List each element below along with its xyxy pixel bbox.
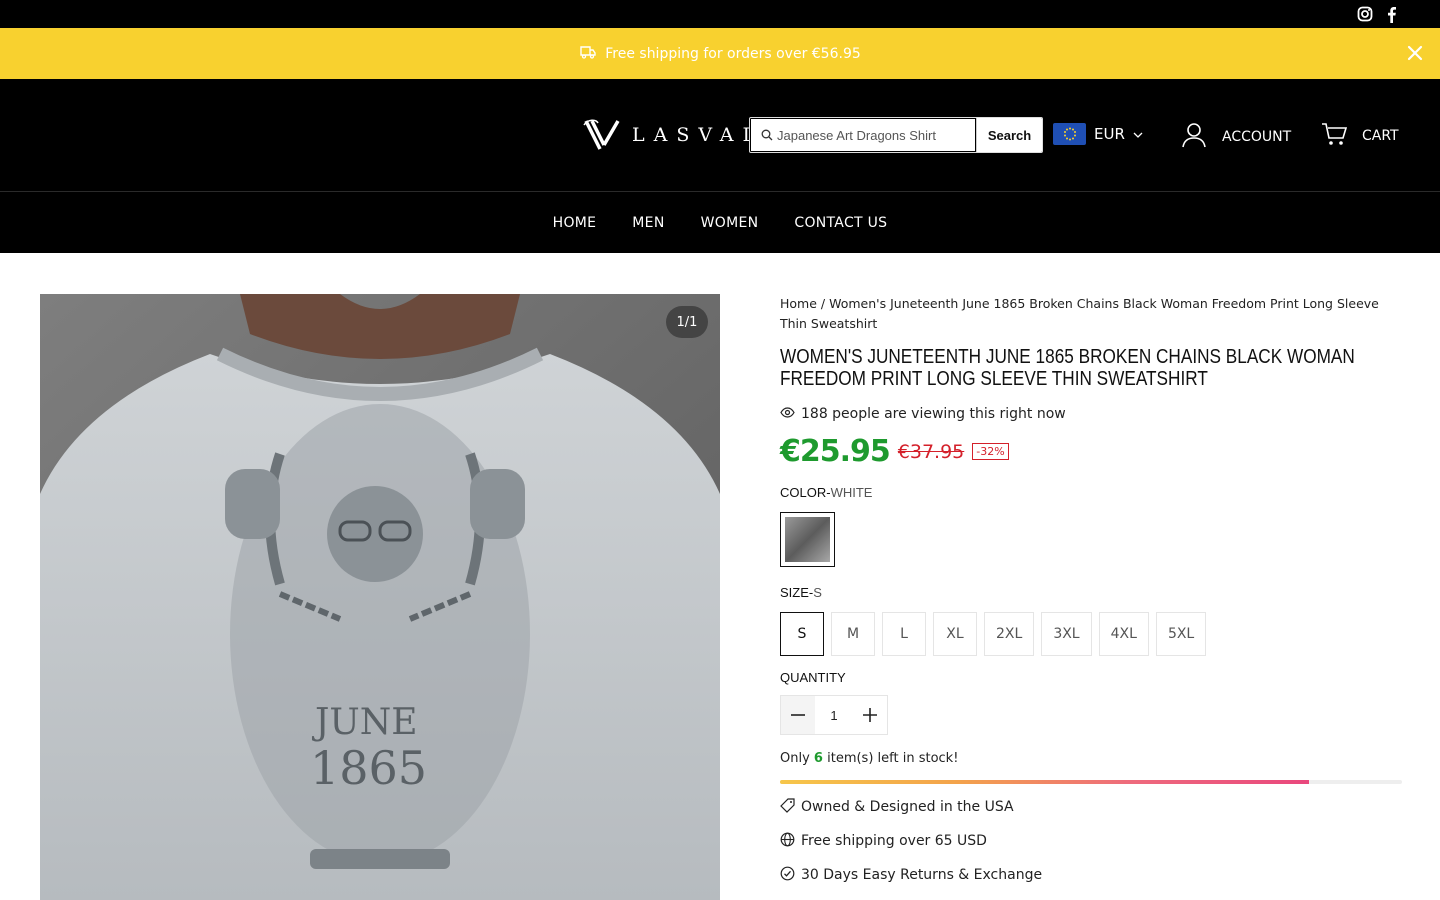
tag-icon — [780, 797, 795, 817]
feature-text: 30 Days Easy Returns & Exchange — [801, 867, 1043, 883]
price-block: €25.95 €37.95 -32% — [780, 434, 1402, 469]
promo-banner: Free shipping for orders over €56.95 — [0, 28, 1440, 79]
feature-text: Free shipping over 65 USD — [801, 833, 987, 849]
product-photo: JUNE 1865 — [40, 294, 720, 900]
logo[interactable]: LASVAD — [582, 117, 767, 153]
print-text-1865: 1865 — [310, 741, 427, 795]
stock-prefix: Only — [780, 751, 810, 766]
size-label-text: SIZE- — [780, 585, 814, 600]
globe-icon — [780, 832, 795, 851]
feature-free-shipping: Free shipping over 65 USD — [780, 830, 1402, 852]
truck-icon — [579, 44, 597, 64]
feature-returns: 30 Days Easy Returns & Exchange — [780, 864, 1402, 886]
discount-badge: -32% — [972, 443, 1009, 460]
image-counter: 1/1 — [666, 306, 708, 338]
stock-progress-fill — [780, 780, 1309, 784]
quantity-label: QUANTITY — [780, 670, 846, 685]
check-circle-icon — [780, 866, 795, 885]
currency-selector[interactable]: EUR — [1053, 123, 1143, 145]
stock-notice: Only 6 item(s) left in stock! — [780, 751, 1402, 766]
breadcrumb-separator: / — [820, 296, 826, 311]
swatch-thumbnail — [785, 517, 830, 562]
chevron-down-icon — [1133, 125, 1143, 143]
breadcrumb: Home / Women's Juneteenth June 1865 Brok… — [780, 294, 1402, 334]
feature-text: Owned & Designed in the USA — [801, 799, 1014, 815]
size-option-4xl[interactable]: 4XL — [1098, 612, 1149, 656]
viewers-text: 188 people are viewing this right now — [801, 406, 1066, 422]
viewers-notice: 188 people are viewing this right now — [780, 406, 1402, 422]
eu-flag-icon — [1053, 123, 1086, 145]
stock-progress-bar — [780, 780, 1402, 784]
size-label: SIZE-S — [780, 585, 1402, 600]
original-price: €37.95 — [897, 440, 965, 463]
quantity-stepper — [780, 695, 888, 735]
product-image[interactable]: JUNE 1865 1/1 — [40, 294, 720, 900]
size-option-m[interactable]: M — [831, 612, 875, 656]
size-value: S — [813, 585, 822, 600]
nav-item-women[interactable]: WOMEN — [701, 215, 759, 231]
color-swatch-white[interactable] — [780, 512, 835, 567]
user-icon — [1180, 121, 1208, 153]
eye-icon — [780, 406, 795, 422]
color-value: WHITE — [830, 485, 873, 500]
account-link[interactable]: ACCOUNT — [1180, 121, 1291, 153]
size-option-3xl[interactable]: 3XL — [1041, 612, 1092, 656]
stock-suffix: item(s) left in stock! — [827, 751, 959, 766]
size-option-xl[interactable]: XL — [933, 612, 977, 656]
site-header: LASVAD Search EUR ACCOUNT CART — [0, 79, 1440, 192]
social-links — [1356, 5, 1400, 23]
sale-price: €25.95 — [780, 434, 891, 469]
currency-label: EUR — [1094, 125, 1125, 143]
minus-icon[interactable] — [781, 696, 815, 734]
print-text-june: JUNE — [311, 702, 418, 743]
nav-item-contact-us[interactable]: CONTACT US — [794, 215, 887, 231]
search-icon — [761, 126, 773, 145]
stock-count: 6 — [813, 751, 823, 766]
feature-owned-designed: Owned & Designed in the USA — [780, 796, 1402, 818]
top-bar — [0, 0, 1440, 28]
size-options: S M L XL 2XL 3XL 4XL 5XL — [780, 612, 1402, 656]
logo-text: LASVAD — [632, 124, 767, 146]
breadcrumb-current: Women's Juneteenth June 1865 Broken Chai… — [780, 296, 1379, 331]
nav-item-men[interactable]: MEN — [632, 215, 664, 231]
cart-label: CART — [1362, 128, 1399, 144]
quantity-input[interactable] — [815, 696, 853, 734]
size-option-s[interactable]: S — [780, 612, 824, 656]
main-nav: HOME MEN WOMEN CONTACT US — [0, 192, 1440, 253]
search-bar: Search — [749, 117, 1043, 153]
cart-icon — [1320, 121, 1348, 151]
logo-mark-icon — [582, 117, 624, 153]
cart-link[interactable]: CART — [1320, 121, 1399, 151]
instagram-icon[interactable] — [1356, 5, 1374, 23]
facebook-icon[interactable] — [1382, 5, 1400, 23]
product-info: Home / Women's Juneteenth June 1865 Brok… — [780, 294, 1402, 886]
nav-item-home[interactable]: HOME — [553, 215, 597, 231]
color-label: COLOR-WHITE — [780, 485, 1402, 500]
plus-icon[interactable] — [853, 696, 887, 734]
account-label: ACCOUNT — [1222, 129, 1292, 145]
search-input[interactable] — [777, 127, 967, 143]
color-label-text: COLOR- — [780, 485, 831, 500]
close-icon[interactable] — [1406, 44, 1424, 62]
product-title: WOMEN'S JUNETEENTH JUNE 1865 BROKEN CHAI… — [780, 346, 1355, 390]
promo-text: Free shipping for orders over €56.95 — [605, 45, 861, 62]
size-option-5xl[interactable]: 5XL — [1155, 612, 1207, 656]
search-button[interactable]: Search — [976, 118, 1042, 152]
size-option-l[interactable]: L — [882, 612, 926, 656]
size-option-2xl[interactable]: 2XL — [984, 612, 1035, 656]
breadcrumb-home[interactable]: Home — [780, 296, 817, 311]
